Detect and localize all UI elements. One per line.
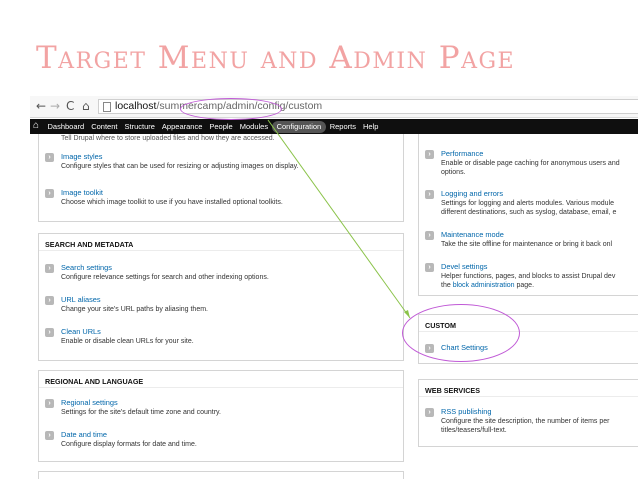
regional-language-panel: REGIONAL AND LANGUAGE › Regional setting…	[38, 370, 404, 462]
reload-icon[interactable]: C	[66, 98, 74, 114]
slide-title: Target Menu and Admin Page	[36, 40, 516, 76]
image-styles-desc: Configure styles that can be used for re…	[61, 163, 299, 170]
web-services-panel: WEB SERVICES › RSS publishing Configure …	[418, 379, 638, 447]
admin-menu-structure[interactable]: Structure	[121, 122, 158, 132]
regional-settings-desc: Settings for the site's default time zon…	[61, 409, 221, 416]
devel-desc-prefix: the	[441, 282, 453, 289]
home-icon[interactable]: ⌂	[82, 98, 90, 114]
rss-publishing-link[interactable]: RSS publishing	[441, 407, 492, 417]
browser-window: ← → C ⌂ localhost/summercamp/admin/confi…	[30, 96, 638, 479]
chevron-right-icon: ›	[45, 399, 54, 408]
admin-menu-people[interactable]: People	[206, 122, 236, 132]
clean-urls-desc: Enable or disable clean URLs for your si…	[61, 338, 194, 345]
file-system-desc: Tell Drupal where to store uploaded file…	[61, 135, 275, 142]
search-metadata-panel: SEARCH AND METADATA › Search settings Co…	[38, 233, 404, 361]
page-icon	[103, 102, 111, 112]
admin-menu-configuration[interactable]: Configuration	[271, 120, 327, 133]
admin-menu-reports[interactable]: Reports	[326, 122, 359, 132]
admin-home-icon[interactable]: ⌂	[33, 120, 39, 132]
image-styles-link[interactable]: Image styles	[61, 152, 103, 162]
chevron-right-icon: ›	[425, 263, 434, 272]
admin-toolbar: ⌂ Dashboard Content Structure Appearance…	[30, 119, 638, 134]
chevron-right-icon: ›	[425, 231, 434, 240]
rss-desc-line2: titles/teasers/full-text.	[441, 427, 507, 434]
image-toolkit-link[interactable]: Image toolkit	[61, 188, 103, 198]
panel-header: WEB SERVICES	[419, 380, 638, 397]
devel-link[interactable]: Devel settings	[441, 262, 487, 272]
admin-menu-modules[interactable]: Modules	[236, 122, 271, 132]
performance-desc: Enable or disable page caching for anony…	[441, 160, 620, 167]
devel-desc-suffix: page.	[514, 282, 535, 289]
back-arrow-icon[interactable]: ←	[36, 98, 46, 114]
chevron-right-icon: ›	[425, 150, 434, 159]
block-administration-link[interactable]: block administration	[453, 282, 515, 289]
browser-toolbar: ← → C ⌂ localhost/summercamp/admin/confi…	[30, 96, 638, 118]
next-panel-edge	[38, 471, 404, 479]
panel-header: SEARCH AND METADATA	[39, 234, 403, 251]
maintenance-link[interactable]: Maintenance mode	[441, 230, 504, 240]
rss-desc: Configure the site description, the numb…	[441, 418, 610, 425]
regional-settings-link[interactable]: Regional settings	[61, 398, 118, 408]
chevron-right-icon: ›	[425, 408, 434, 417]
url-aliases-desc: Change your site's URL paths by aliasing…	[61, 306, 208, 313]
logging-link[interactable]: Logging and errors	[441, 189, 503, 199]
logging-desc: Settings for logging and alerts modules.…	[441, 200, 615, 207]
chevron-right-icon: ›	[45, 264, 54, 273]
maintenance-desc: Take the site offline for maintenance or…	[441, 241, 613, 248]
chevron-right-icon: ›	[45, 328, 54, 337]
url-aliases-link[interactable]: URL aliases	[61, 295, 101, 305]
panel-header: REGIONAL AND LANGUAGE	[39, 371, 403, 388]
address-bar[interactable]: localhost/summercamp/admin/config/custom	[98, 99, 638, 114]
url-highlight-circle	[180, 98, 282, 120]
forward-arrow-icon[interactable]: →	[50, 98, 60, 114]
chevron-right-icon: ›	[425, 190, 434, 199]
admin-menu-content[interactable]: Content	[88, 122, 121, 132]
date-time-desc: Configure display formats for date and t…	[61, 441, 197, 448]
admin-menu-help[interactable]: Help	[359, 122, 381, 132]
chevron-right-icon: ›	[45, 296, 54, 305]
date-time-link[interactable]: Date and time	[61, 430, 107, 440]
media-panel: Tell Drupal where to store uploaded file…	[38, 134, 404, 222]
devel-desc: Helper functions, pages, and blocks to a…	[441, 273, 616, 280]
chevron-right-icon: ›	[45, 189, 54, 198]
custom-highlight-circle	[402, 304, 520, 362]
performance-link[interactable]: Performance	[441, 149, 483, 159]
clean-urls-link[interactable]: Clean URLs	[61, 327, 101, 337]
chevron-right-icon: ›	[45, 153, 54, 162]
logging-desc-line2: different destinations, such as syslog, …	[441, 209, 617, 216]
performance-desc-line2: options.	[441, 169, 466, 176]
admin-menu-appearance[interactable]: Appearance	[158, 122, 205, 132]
search-settings-desc: Configure relevance settings for search …	[61, 274, 269, 281]
devel-desc-line2: the block administration page.	[441, 281, 534, 290]
search-settings-link[interactable]: Search settings	[61, 263, 112, 273]
admin-menu-dashboard[interactable]: Dashboard	[44, 122, 88, 132]
chevron-right-icon: ›	[45, 431, 54, 440]
development-panel: › Performance Enable or disable page cac…	[418, 134, 638, 296]
admin-menu: Dashboard Content Structure Appearance P…	[44, 119, 382, 134]
image-toolkit-desc: Choose which image toolkit to use if you…	[61, 199, 283, 206]
url-host: localhost	[115, 100, 157, 112]
